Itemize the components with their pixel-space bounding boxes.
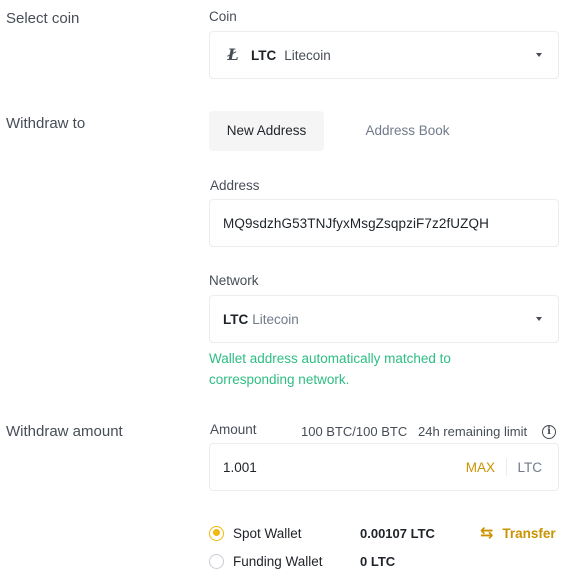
- address-input[interactable]: MQ9sdzhG53TNJfyxMsgZsqpziF7z2fUZQH: [209, 199, 559, 247]
- transfer-button[interactable]: ⇆ Transfer: [480, 523, 556, 543]
- address-label: Address: [210, 178, 260, 193]
- litecoin-icon: Ł: [227, 45, 239, 64]
- coin-label: Coin: [209, 9, 237, 24]
- address-value: MQ9sdzhG53TNJfyxMsgZsqpziF7z2fUZQH: [223, 215, 489, 231]
- wallet-name: Spot Wallet: [233, 525, 302, 541]
- radio-unselected-icon[interactable]: [209, 553, 224, 569]
- amount-unit: LTC: [517, 459, 542, 475]
- wallet-balance: 0.00107 LTC: [360, 526, 435, 541]
- tab-address-book[interactable]: Address Book: [345, 111, 470, 151]
- wallet-balance: 0 LTC: [360, 554, 396, 569]
- tab-new-address[interactable]: New Address: [209, 111, 324, 151]
- chevron-down-icon: [536, 53, 542, 57]
- withdraw-amount-heading: Withdraw amount: [6, 423, 123, 440]
- wallet-option-spot[interactable]: Spot Wallet: [209, 523, 302, 543]
- chevron-down-icon: [536, 317, 542, 321]
- network-name: Litecoin: [252, 311, 299, 327]
- coin-select[interactable]: Ł LTC Litecoin: [209, 31, 559, 79]
- withdraw-to-heading: Withdraw to: [6, 115, 86, 132]
- transfer-label: Transfer: [502, 525, 556, 541]
- amount-value: 1.001: [223, 459, 257, 475]
- wallet-option-funding[interactable]: Funding Wallet: [209, 551, 323, 571]
- info-icon[interactable]: i: [542, 425, 556, 439]
- wallet-name: Funding Wallet: [233, 553, 323, 569]
- limit-value: 100 BTC/100 BTC: [301, 424, 408, 439]
- network-symbol: LTC: [223, 311, 249, 327]
- divider: [506, 458, 507, 476]
- coin-name: Litecoin: [284, 47, 331, 63]
- radio-selected-icon[interactable]: [209, 525, 224, 541]
- coin-symbol: LTC: [251, 47, 277, 63]
- select-coin-heading: Select coin: [6, 10, 80, 27]
- max-button[interactable]: MAX: [466, 460, 495, 475]
- limit-text: 24h remaining limit: [418, 424, 528, 439]
- network-select[interactable]: LTC Litecoin: [209, 295, 559, 343]
- transfer-icon: ⇆: [480, 525, 494, 542]
- amount-label: Amount: [210, 422, 257, 437]
- network-match-hint: Wallet address automatically matched to …: [209, 351, 451, 387]
- amount-input[interactable]: 1.001 MAX LTC: [209, 443, 559, 491]
- network-label: Network: [209, 273, 259, 288]
